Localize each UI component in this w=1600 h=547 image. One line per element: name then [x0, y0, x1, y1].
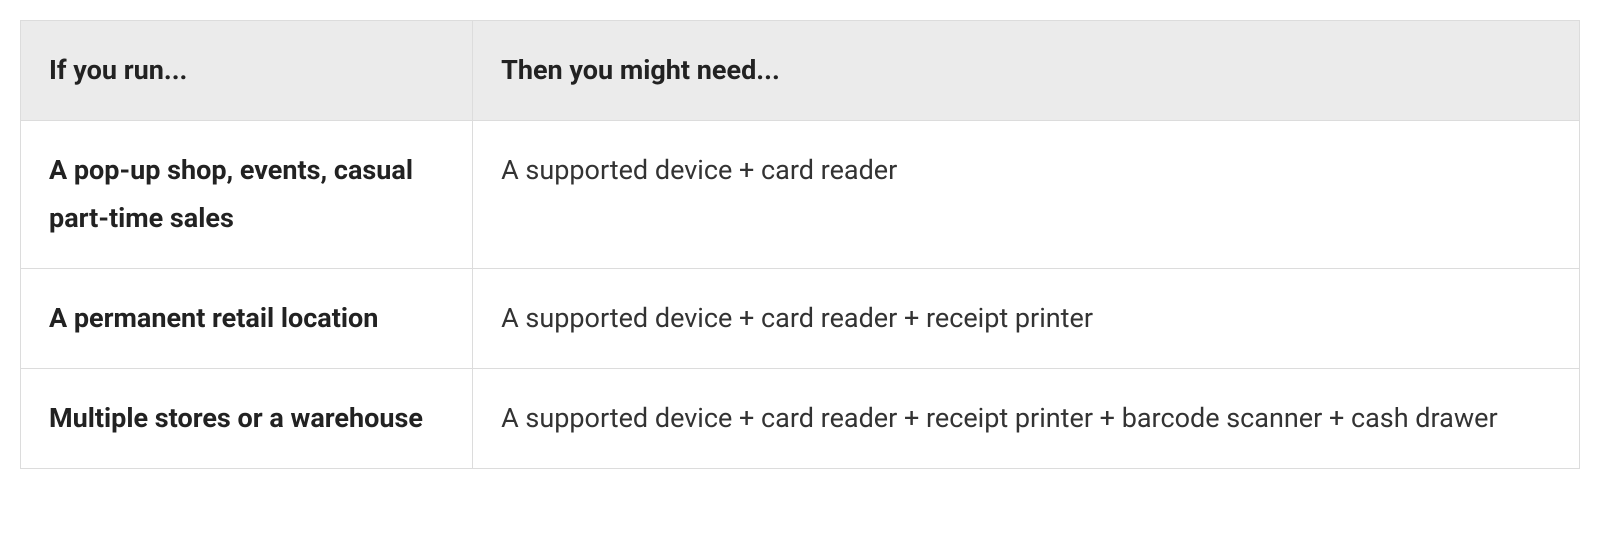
- table-row: A permanent retail location A supported …: [21, 268, 1580, 368]
- table-row: A pop-up shop, events, casual part-time …: [21, 121, 1580, 269]
- table-cell-label: Multiple stores or a warehouse: [21, 369, 473, 469]
- hardware-requirements-table: If you run... Then you might need... A p…: [20, 20, 1580, 469]
- table-cell-label: A permanent retail location: [21, 268, 473, 368]
- table-cell-value: A supported device + card reader + recei…: [473, 369, 1580, 469]
- table-header-col1: If you run...: [21, 21, 473, 121]
- table-header-row: If you run... Then you might need...: [21, 21, 1580, 121]
- table-row: Multiple stores or a warehouse A support…: [21, 369, 1580, 469]
- table-cell-label: A pop-up shop, events, casual part-time …: [21, 121, 473, 269]
- table-cell-value: A supported device + card reader: [473, 121, 1580, 269]
- table-cell-value: A supported device + card reader + recei…: [473, 268, 1580, 368]
- table-header-col2: Then you might need...: [473, 21, 1580, 121]
